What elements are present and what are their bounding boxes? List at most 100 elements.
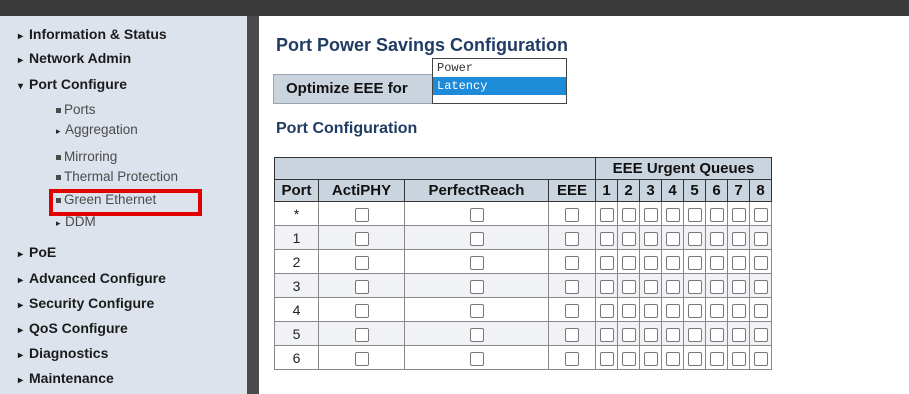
queue-7-checkbox[interactable] <box>731 279 746 294</box>
perfectreach-checkbox[interactable] <box>469 351 484 366</box>
queue-2-checkbox[interactable] <box>621 303 636 318</box>
queue-6-checkbox[interactable] <box>709 303 724 318</box>
queue-2-checkbox[interactable] <box>621 327 636 342</box>
nav-item-advanced-configure[interactable]: ▸ Advanced Configure <box>18 270 166 286</box>
nav-item-network-admin[interactable]: ▸ Network Admin <box>18 50 131 66</box>
queue-3-cell <box>639 249 662 274</box>
queue-6-checkbox[interactable] <box>709 351 724 366</box>
actiphy-checkbox[interactable] <box>354 303 369 318</box>
optimize-eee-dropdown[interactable]: Power Latency <box>432 58 567 104</box>
queue-2-checkbox[interactable] <box>621 351 636 366</box>
actiphy-checkbox[interactable] <box>354 351 369 366</box>
nav-item-maintenance[interactable]: ▸ Maintenance <box>18 370 114 386</box>
queue-3-checkbox[interactable] <box>643 303 658 318</box>
queue-4-checkbox[interactable] <box>665 255 680 270</box>
queue-2-checkbox[interactable] <box>621 231 636 246</box>
dropdown-option-power[interactable]: Power <box>433 59 566 77</box>
nav-item-poe[interactable]: ▸ PoE <box>18 244 56 260</box>
actiphy-checkbox[interactable] <box>354 231 369 246</box>
queue-6-checkbox[interactable] <box>709 207 724 222</box>
queue-5-checkbox[interactable] <box>687 303 702 318</box>
queue-7-checkbox[interactable] <box>731 351 746 366</box>
queue-1-checkbox[interactable] <box>599 207 614 222</box>
queue-5-checkbox[interactable] <box>687 231 702 246</box>
queue-7-checkbox[interactable] <box>731 207 746 222</box>
nav-item-diagnostics[interactable]: ▸ Diagnostics <box>18 345 108 361</box>
eee-checkbox[interactable] <box>565 255 579 270</box>
queue-2-checkbox[interactable] <box>621 207 636 222</box>
actiphy-checkbox[interactable] <box>354 255 369 270</box>
subnav-item-aggregation[interactable]: ▸ Aggregation <box>56 122 138 137</box>
queue-4-checkbox[interactable] <box>665 207 680 222</box>
nav-item-port-configure[interactable]: ▾ Port Configure <box>18 76 127 92</box>
queue-1-checkbox[interactable] <box>599 303 614 318</box>
queue-6-checkbox[interactable] <box>709 279 724 294</box>
eee-checkbox[interactable] <box>565 207 579 222</box>
queue-8-checkbox[interactable] <box>753 279 768 294</box>
queue-3-checkbox[interactable] <box>643 207 658 222</box>
queue-6-checkbox[interactable] <box>709 231 724 246</box>
queue-1-checkbox[interactable] <box>599 255 614 270</box>
queue-4-cell <box>661 249 684 274</box>
queue-4-checkbox[interactable] <box>665 351 680 366</box>
actiphy-checkbox[interactable] <box>354 279 369 294</box>
subnav-item-ddm[interactable]: ▸ DDM <box>56 214 96 229</box>
queue-7-checkbox[interactable] <box>731 255 746 270</box>
queue-6-checkbox[interactable] <box>709 327 724 342</box>
queue-1-checkbox[interactable] <box>599 279 614 294</box>
dropdown-option-latency[interactable]: Latency <box>433 77 566 95</box>
queue-5-checkbox[interactable] <box>687 327 702 342</box>
bullet-icon <box>56 154 61 160</box>
queue-1-checkbox[interactable] <box>599 351 614 366</box>
queue-6-checkbox[interactable] <box>709 255 724 270</box>
queue-4-checkbox[interactable] <box>665 327 680 342</box>
queue-5-checkbox[interactable] <box>687 207 702 222</box>
queue-5-checkbox[interactable] <box>687 255 702 270</box>
queue-3-cell <box>639 297 662 322</box>
actiphy-checkbox[interactable] <box>354 207 369 222</box>
queue-3-checkbox[interactable] <box>643 255 658 270</box>
queue-8-checkbox[interactable] <box>753 303 768 318</box>
eee-checkbox[interactable] <box>565 351 579 366</box>
queue-3-checkbox[interactable] <box>643 231 658 246</box>
queue-2-checkbox[interactable] <box>621 255 636 270</box>
actiphy-cell <box>318 201 405 226</box>
queue-7-checkbox[interactable] <box>731 303 746 318</box>
nav-item-security-configure[interactable]: ▸ Security Configure <box>18 295 154 311</box>
subnav-item-ports[interactable]: Ports <box>56 102 96 117</box>
nav-item-qos-configure[interactable]: ▸ QoS Configure <box>18 320 128 336</box>
eee-checkbox[interactable] <box>565 303 579 318</box>
perfectreach-checkbox[interactable] <box>469 231 484 246</box>
queue-5-checkbox[interactable] <box>687 351 702 366</box>
queue-5-checkbox[interactable] <box>687 279 702 294</box>
queue-8-checkbox[interactable] <box>753 351 768 366</box>
subnav-item-mirroring[interactable]: Mirroring <box>56 149 117 164</box>
queue-4-checkbox[interactable] <box>665 279 680 294</box>
queue-7-checkbox[interactable] <box>731 327 746 342</box>
perfectreach-checkbox[interactable] <box>469 303 484 318</box>
queue-1-checkbox[interactable] <box>599 231 614 246</box>
eee-checkbox[interactable] <box>565 279 579 294</box>
subnav-item-thermal-protection[interactable]: Thermal Protection <box>56 169 178 184</box>
expand-arrow-icon: ▸ <box>18 275 24 286</box>
queue-3-checkbox[interactable] <box>643 351 658 366</box>
actiphy-checkbox[interactable] <box>354 327 369 342</box>
eee-checkbox[interactable] <box>565 231 579 246</box>
nav-item-information-status[interactable]: ▸ Information & Status <box>18 26 167 42</box>
perfectreach-checkbox[interactable] <box>469 255 484 270</box>
queue-8-checkbox[interactable] <box>753 231 768 246</box>
queue-3-checkbox[interactable] <box>643 279 658 294</box>
queue-8-checkbox[interactable] <box>753 255 768 270</box>
eee-checkbox[interactable] <box>565 327 579 342</box>
queue-7-checkbox[interactable] <box>731 231 746 246</box>
queue-3-checkbox[interactable] <box>643 327 658 342</box>
perfectreach-checkbox[interactable] <box>469 279 484 294</box>
queue-8-checkbox[interactable] <box>753 327 768 342</box>
queue-1-checkbox[interactable] <box>599 327 614 342</box>
queue-4-checkbox[interactable] <box>665 303 680 318</box>
queue-8-checkbox[interactable] <box>753 207 768 222</box>
queue-2-checkbox[interactable] <box>621 279 636 294</box>
queue-4-checkbox[interactable] <box>665 231 680 246</box>
perfectreach-checkbox[interactable] <box>469 327 484 342</box>
perfectreach-checkbox[interactable] <box>469 207 484 222</box>
